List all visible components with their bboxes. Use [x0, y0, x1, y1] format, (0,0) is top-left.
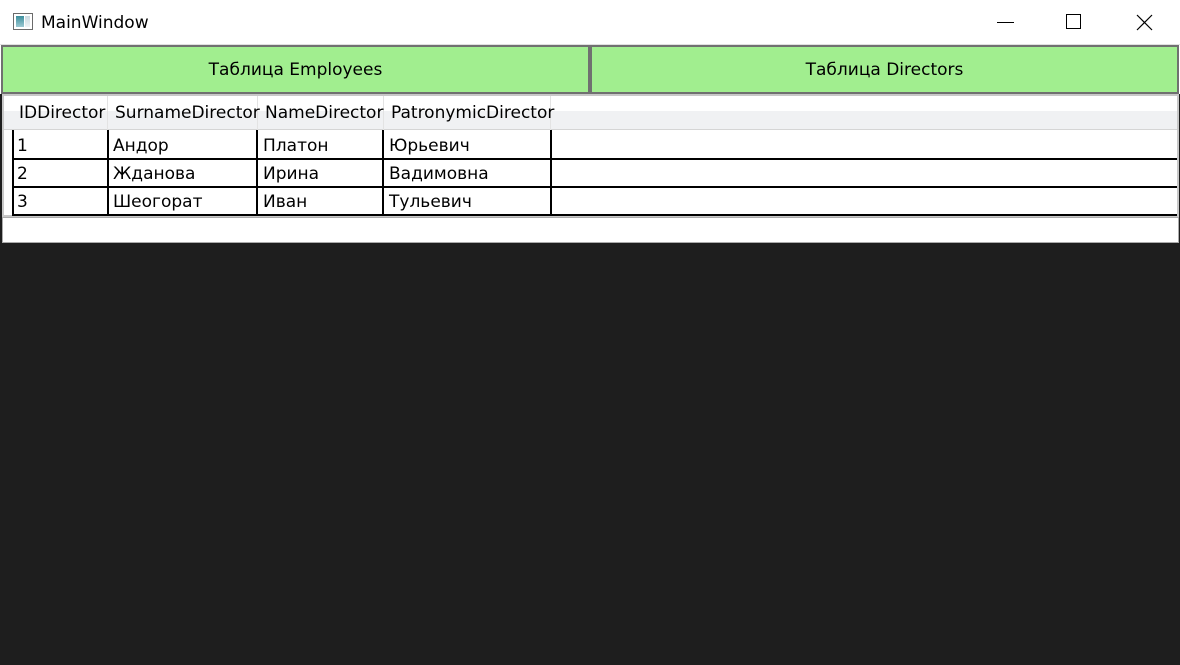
main-window: MainWindow Таблица Employees Таблица Dir… [0, 0, 1180, 665]
cell-name[interactable]: Платон [258, 132, 384, 160]
table-row[interactable]: 1 Андор Платон Юрьевич [4, 132, 1177, 160]
text-input[interactable] [2, 217, 1179, 243]
table-row[interactable]: 2 Жданова Ирина Вадимовна [4, 160, 1177, 188]
cell-patronymic[interactable]: Юрьевич [384, 132, 551, 160]
grid-line [107, 130, 109, 216]
close-icon [1136, 14, 1153, 31]
grid-header: IDDirector SurnameDirector NameDirector … [4, 96, 1177, 130]
table-row[interactable]: 3 Шеогорат Иван Тульевич [4, 188, 1177, 216]
cell-id[interactable]: 2 [12, 160, 108, 188]
maximize-button[interactable] [1051, 0, 1097, 45]
grid-line [12, 158, 1177, 160]
cell-id[interactable]: 1 [12, 132, 108, 160]
cell-name[interactable]: Ирина [258, 160, 384, 188]
table-switch-bar: Таблица Employees Таблица Directors [0, 45, 1180, 94]
directors-data-grid[interactable]: IDDirector SurnameDirector NameDirector … [2, 94, 1179, 217]
minimize-button[interactable] [984, 0, 1030, 45]
cell-name[interactable]: Иван [258, 188, 384, 216]
column-header-patronymicdirector[interactable]: PatronymicDirector [384, 96, 554, 130]
minimize-icon [997, 22, 1014, 23]
grid-line [550, 130, 552, 216]
grid-line [12, 186, 1177, 188]
grid-line [382, 130, 384, 216]
cell-patronymic[interactable]: Тульевич [384, 188, 551, 216]
directors-table-button[interactable]: Таблица Directors [590, 45, 1179, 94]
cell-patronymic[interactable]: Вадимовна [384, 160, 551, 188]
cell-id[interactable]: 3 [12, 188, 108, 216]
title-bar[interactable]: MainWindow [0, 0, 1180, 45]
employees-table-button[interactable]: Таблица Employees [1, 45, 590, 94]
grid-line [256, 130, 258, 216]
cell-surname[interactable]: Шеогорат [108, 188, 258, 216]
grid-line [12, 130, 14, 216]
empty-window-area [0, 244, 1180, 665]
cell-surname[interactable]: Жданова [108, 160, 258, 188]
column-header-surnamedirector[interactable]: SurnameDirector [108, 96, 260, 130]
column-header-iddirector[interactable]: IDDirector [12, 96, 108, 130]
cell-surname[interactable]: Андор [108, 132, 258, 160]
app-window-icon [13, 13, 33, 30]
maximize-icon [1066, 14, 1081, 29]
window-title: MainWindow [41, 13, 149, 33]
close-button[interactable] [1121, 0, 1167, 45]
column-header-namedirector[interactable]: NameDirector [258, 96, 384, 130]
grid-line [12, 214, 1177, 216]
